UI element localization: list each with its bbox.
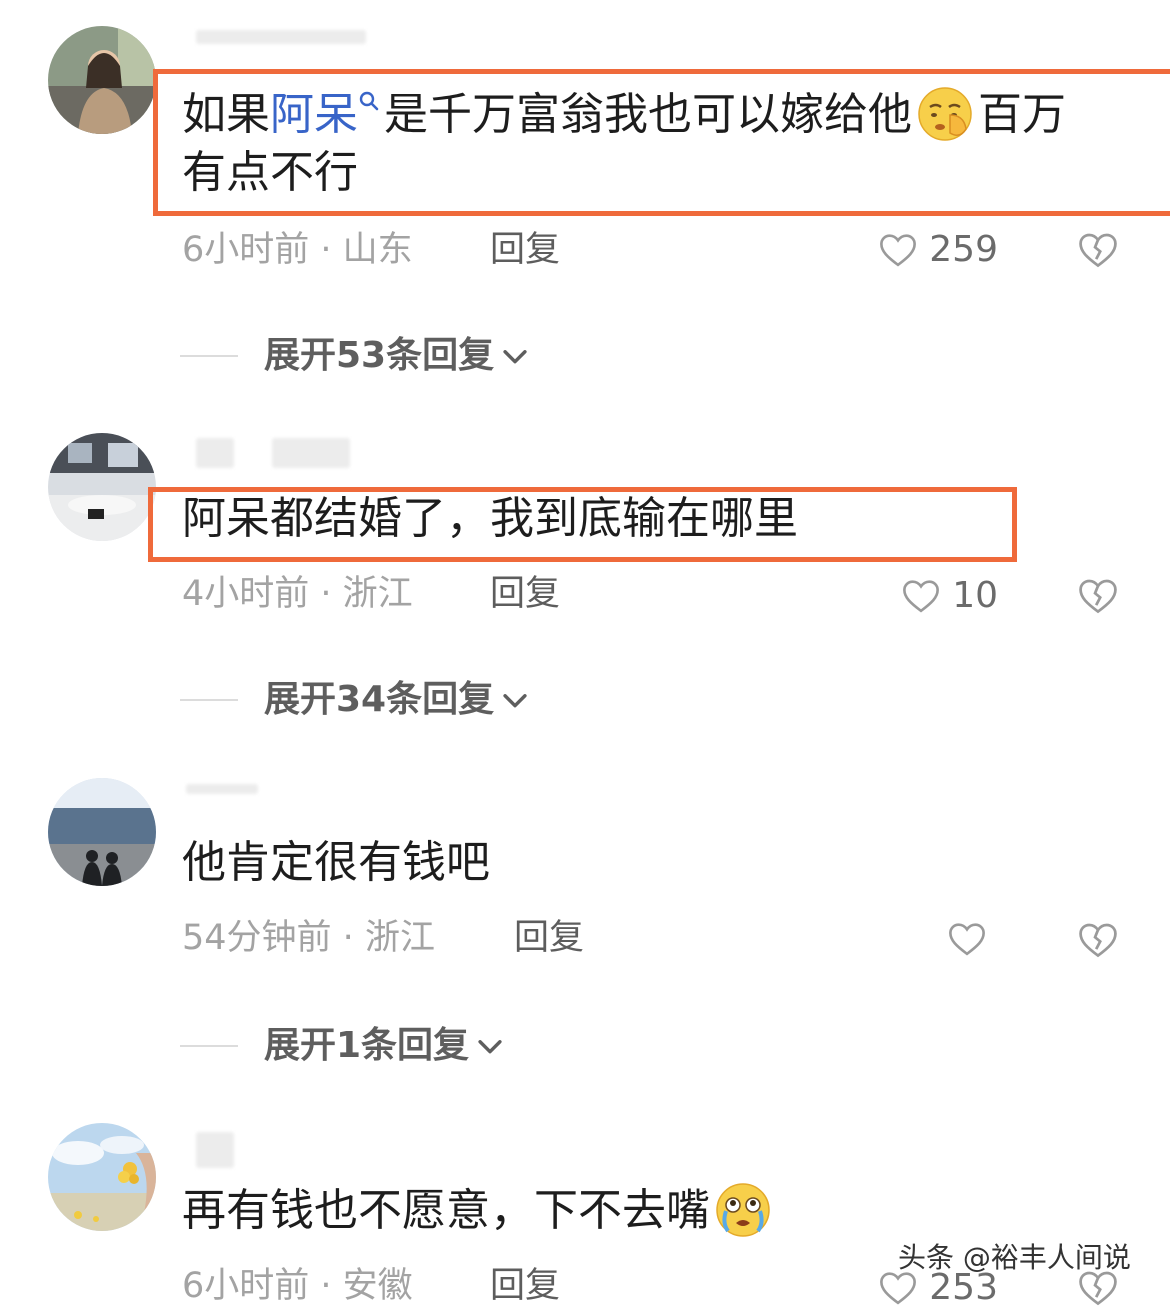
expand-replies-label: 展开53条回复 bbox=[264, 335, 495, 376]
chevron-down-icon bbox=[478, 1040, 502, 1054]
like-button[interactable]: 10 bbox=[900, 574, 998, 618]
dislike-button[interactable] bbox=[1076, 228, 1120, 272]
reply-button[interactable]: 回复 bbox=[490, 572, 560, 616]
comment-meta: 6小时前 · 安徽 bbox=[182, 1266, 413, 1306]
chevron-down-icon bbox=[503, 694, 527, 708]
heart-outline-icon bbox=[949, 923, 985, 956]
reply-button[interactable]: 回复 bbox=[514, 916, 584, 960]
reply-button[interactable]: 回复 bbox=[490, 1264, 560, 1308]
divider bbox=[180, 1045, 238, 1047]
like-button[interactable] bbox=[946, 918, 998, 960]
like-button[interactable]: 259 bbox=[877, 228, 998, 272]
comment-text: 他肯定很有钱吧 bbox=[182, 837, 490, 888]
username[interactable] bbox=[196, 30, 366, 44]
heart-outline-icon bbox=[880, 234, 917, 267]
highlight-box bbox=[153, 69, 1170, 216]
dislike-button[interactable] bbox=[1076, 574, 1120, 618]
expand-replies-label: 展开34条回复 bbox=[264, 679, 495, 720]
like-count: 10 bbox=[952, 575, 998, 616]
reply-button[interactable]: 回复 bbox=[490, 228, 560, 272]
comment-meta: 54分钟前 · 浙江 bbox=[182, 918, 435, 958]
broken-heart-icon bbox=[1079, 579, 1117, 614]
comment-meta: 6小时前 · 山东 bbox=[182, 230, 413, 270]
username[interactable] bbox=[196, 1132, 234, 1168]
broken-heart-icon bbox=[1079, 233, 1117, 268]
avatar[interactable] bbox=[48, 778, 156, 886]
watermark: 头条 @裕丰人间说 bbox=[898, 1241, 1131, 1274]
heart-outline-icon bbox=[903, 580, 940, 613]
divider bbox=[180, 699, 238, 701]
comment-meta: 4小时前 · 浙江 bbox=[182, 574, 413, 614]
expand-replies-button[interactable]: 展开34条回复 bbox=[180, 678, 532, 722]
avatar[interactable] bbox=[48, 26, 156, 134]
chevron-down-icon bbox=[503, 350, 527, 364]
expand-replies-button[interactable]: 展开1条回复 bbox=[180, 1024, 507, 1068]
highlight-box bbox=[148, 487, 1017, 562]
expand-replies-button[interactable]: 展开53条回复 bbox=[180, 334, 532, 378]
expand-replies-label: 展开1条回复 bbox=[264, 1025, 470, 1066]
comment-text: 再有钱也不愿意，下不去嘴 bbox=[182, 1182, 776, 1240]
like-count: 259 bbox=[929, 229, 998, 270]
divider bbox=[180, 355, 238, 357]
dislike-button[interactable] bbox=[1076, 918, 1120, 962]
crying-face-emoji-icon bbox=[714, 1181, 772, 1239]
username[interactable] bbox=[196, 438, 234, 468]
avatar[interactable] bbox=[48, 433, 156, 541]
avatar[interactable] bbox=[48, 1123, 156, 1231]
username[interactable] bbox=[186, 784, 258, 794]
broken-heart-icon bbox=[1079, 923, 1117, 958]
